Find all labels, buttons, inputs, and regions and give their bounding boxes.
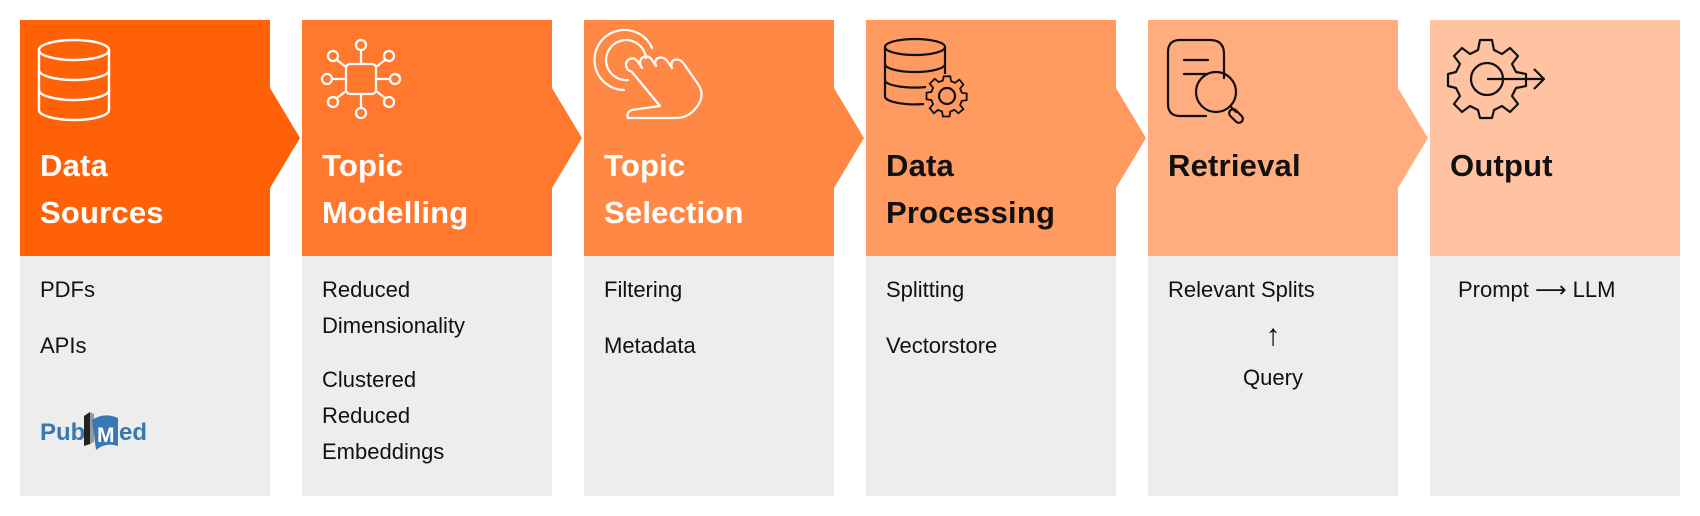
stage-body: PDFs APIs Pub M ed: [20, 256, 270, 496]
stage-header: Topic Modelling: [302, 20, 552, 256]
database-gear-icon: [883, 37, 970, 118]
touch-hand-icon: [593, 28, 708, 122]
flow-arrow: [1116, 88, 1148, 188]
stage-body: Relevant Splits ↑ Query: [1148, 256, 1398, 496]
stage-item: PDFs: [40, 277, 95, 302]
stage-header: Topic Selection: [584, 20, 834, 256]
stage-item: Clustered Reduced Embeddings: [322, 367, 445, 464]
pubmed-logo-text-left: Pub: [40, 419, 85, 446]
stage-header: Data Processing: [866, 20, 1116, 256]
stage-title: Topic Selection: [604, 148, 744, 230]
stage-data-sources: Data Sources PDFs APIs Pub M ed: [20, 20, 270, 496]
flow-arrow: [834, 88, 866, 188]
stage-item: Metadata: [604, 333, 696, 358]
stage-title: Data Processing: [886, 148, 1056, 230]
stage-item: Prompt ⟶ LLM: [1458, 277, 1616, 302]
stage-item: Relevant Splits: [1168, 277, 1315, 302]
stage-item: Splitting: [886, 277, 965, 302]
network-nodes-icon: [320, 38, 402, 120]
flow-arrow: [1398, 88, 1430, 188]
pubmed-logo: Pub M ed: [40, 410, 156, 450]
pubmed-logo-text-right: ed: [119, 419, 147, 446]
stage-body: Splitting Vectorstore: [866, 256, 1116, 496]
stage-item: Vectorstore: [886, 333, 998, 358]
stage-retrieval: Retrieval Relevant Splits ↑ Query: [1148, 20, 1398, 496]
stage-topic-modelling: Topic Modelling Reduced Dimensionality C…: [302, 20, 552, 496]
document-search-icon: [1166, 38, 1250, 124]
stage-item: Filtering: [604, 277, 683, 302]
stage-topic-selection: Topic Selection Filtering Metadata: [584, 20, 834, 496]
stage-header: Data Sources: [20, 20, 270, 256]
up-arrow-icon: ↑: [1265, 319, 1281, 352]
gear-output-icon: [1446, 38, 1548, 120]
stage-body: Prompt ⟶ LLM: [1430, 256, 1680, 496]
stage-item: Reduced Dimensionality: [322, 277, 466, 338]
stage-body: Filtering Metadata: [584, 256, 834, 496]
stage-title: Topic Modelling: [322, 148, 469, 230]
stage-body: Reduced Dimensionality Clustered Reduced…: [302, 256, 552, 496]
stage-title: Data Sources: [40, 148, 164, 230]
stage-header: Retrieval: [1148, 20, 1398, 256]
flow-arrow: [552, 88, 584, 188]
database-icon: [37, 38, 128, 122]
stage-title: Retrieval: [1168, 148, 1301, 183]
stage-output: Output Prompt ⟶ LLM: [1430, 20, 1680, 496]
pubmed-logo-letter: M: [97, 424, 115, 447]
stage-title: Output: [1450, 148, 1553, 183]
stage-data-processing: Data Processing Splitting Vectorstore: [866, 20, 1116, 496]
query-label: Query: [1243, 365, 1303, 390]
flow-arrow: [270, 88, 302, 188]
stage-header: Output: [1430, 20, 1680, 256]
stage-item: APIs: [40, 333, 87, 358]
